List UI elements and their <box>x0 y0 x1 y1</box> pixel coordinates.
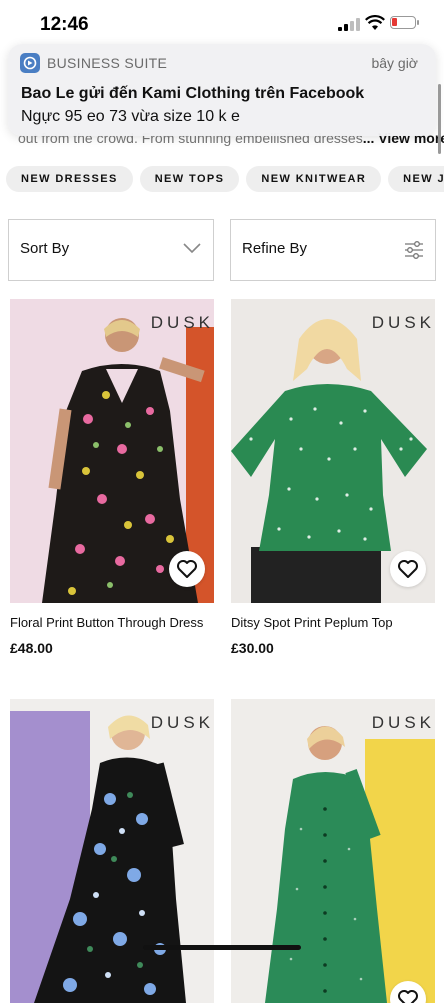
clock: 12:46 <box>40 14 89 35</box>
push-notification[interactable]: BUSINESS SUITE bây giờ Bao Le gửi đến Ka… <box>8 44 436 136</box>
sliders-icon <box>405 241 423 259</box>
refine-by-button[interactable]: Refine By <box>230 219 436 281</box>
brand-logo: DUSK <box>150 313 214 332</box>
business-suite-app-icon <box>20 53 40 73</box>
scrollbar[interactable] <box>438 84 441 154</box>
add-to-wishlist-button[interactable] <box>390 551 426 587</box>
notification-app-name: BUSINESS SUITE <box>47 55 168 71</box>
notification-body: Ngực 95 eo 73 vừa size 10 k e <box>21 108 240 125</box>
chip-new-knitwear[interactable]: NEW KNITWEAR <box>246 166 382 192</box>
product-name[interactable]: Floral Print Button Through Dress <box>10 615 203 630</box>
product-image[interactable]: DUSK <box>231 699 435 1003</box>
notification-time: bây giờ <box>371 55 418 71</box>
product-price: £48.00 <box>10 640 53 656</box>
brand-logo: DUSK <box>371 713 435 732</box>
heart-icon <box>177 560 197 578</box>
brand-logo: DUSK <box>150 713 214 732</box>
status-bar: 12:46 <box>0 0 444 46</box>
product-image[interactable]: DUSK <box>231 299 435 603</box>
add-to-wishlist-button[interactable] <box>169 551 205 587</box>
chevron-down-icon <box>183 243 201 254</box>
wifi-icon <box>365 15 385 30</box>
category-chips: NEW DRESSESNEW TOPSNEW KNITWEARNEW JA <box>6 166 444 192</box>
sort-by-dropdown[interactable]: Sort By <box>8 219 214 281</box>
product-image[interactable]: DUSK <box>10 699 214 1003</box>
heart-icon <box>398 990 418 1003</box>
heart-icon <box>398 560 418 578</box>
battery-icon <box>390 16 419 29</box>
notification-title: Bao Le gửi đến Kami Clothing trên Facebo… <box>21 85 365 102</box>
chip-new-tops[interactable]: NEW TOPS <box>139 166 240 192</box>
chip-new-dresses[interactable]: NEW DRESSES <box>6 166 133 192</box>
sort-by-label: Sort By <box>20 240 70 257</box>
product-price: £30.00 <box>231 640 274 656</box>
product-name[interactable]: Ditsy Spot Print Peplum Top <box>231 615 393 630</box>
brand-logo: DUSK <box>371 313 435 332</box>
home-indicator[interactable] <box>143 945 301 950</box>
product-image[interactable]: DUSK <box>10 299 214 603</box>
chip-new-jackets[interactable]: NEW JA <box>388 166 444 192</box>
cellular-signal-icon <box>338 17 360 31</box>
refine-by-label: Refine By <box>242 240 308 257</box>
